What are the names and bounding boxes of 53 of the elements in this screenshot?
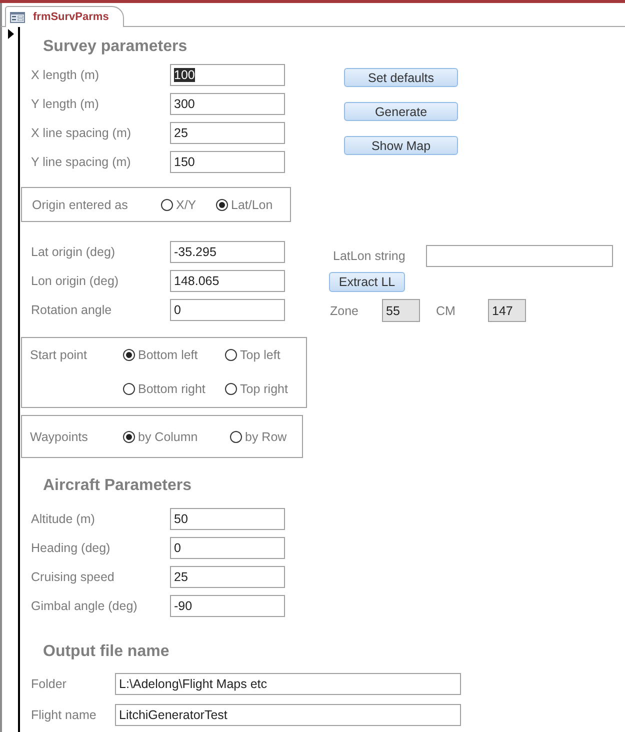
field-label: Y line spacing (m) <box>31 155 131 169</box>
input-field[interactable]: 25 <box>170 122 285 144</box>
input-field[interactable]: 300 <box>170 93 285 115</box>
field-label: X line spacing (m) <box>31 126 132 140</box>
radio-option[interactable]: Bottom right <box>123 382 206 396</box>
readout-field: 147 <box>488 299 526 322</box>
triangle-icon <box>8 29 14 39</box>
extract-button[interactable]: Extract LL <box>329 272 405 292</box>
group-label: Start point <box>30 348 87 362</box>
form-tab[interactable]: frmSurvParms <box>5 6 124 27</box>
radio-option[interactable]: Top left <box>225 348 280 362</box>
radio-option[interactable]: Lat/Lon <box>216 198 271 212</box>
group-label: Origin entered as <box>32 198 129 212</box>
input-field[interactable]: -90 <box>170 595 285 617</box>
field-label: Y length (m) <box>31 97 99 111</box>
radio-option[interactable]: Bottom left <box>123 348 198 362</box>
input-field[interactable]: -35.295 <box>170 241 285 263</box>
radio-option[interactable]: X/Y <box>161 198 216 212</box>
field-label: Zone <box>330 304 360 318</box>
input-field[interactable] <box>426 245 613 267</box>
input-field[interactable]: 0 <box>170 537 285 559</box>
radio-option[interactable]: by Column <box>123 430 198 444</box>
action-button[interactable]: Generate <box>344 102 458 121</box>
section-heading: Aircraft Parameters <box>43 476 192 496</box>
input-field[interactable]: 25 <box>170 566 285 588</box>
form-icon <box>10 12 25 22</box>
input-field[interactable]: 50 <box>170 508 285 530</box>
field-label: X length (m) <box>31 68 100 82</box>
field-label: LatLon string <box>333 249 406 263</box>
field-label: Folder <box>31 677 66 691</box>
input-field[interactable]: 148.065 <box>170 270 285 292</box>
field-label: Lon origin (deg) <box>31 274 119 288</box>
input-field[interactable]: L:\Adelong\Flight Maps etc <box>115 673 461 695</box>
input-field[interactable]: LitchiGeneratorTest <box>115 704 461 726</box>
input-field[interactable]: 0 <box>170 299 285 321</box>
radio-option[interactable]: by Row <box>230 430 287 444</box>
field-label: Flight name <box>31 708 96 722</box>
action-button[interactable]: Set defaults <box>344 68 458 87</box>
field-label: CM <box>436 304 456 318</box>
field-label: Rotation angle <box>31 303 112 317</box>
group-label: Waypoints <box>30 430 88 444</box>
field-label: Heading (deg) <box>31 541 110 555</box>
readout-field: 55 <box>382 299 420 322</box>
input-field[interactable]: 150 <box>170 151 285 173</box>
section-heading: Output file name <box>43 642 170 662</box>
field-label: Lat origin (deg) <box>31 245 116 259</box>
field-label: Gimbal angle (deg) <box>31 599 138 613</box>
section-heading: Survey parameters <box>43 37 188 57</box>
action-button[interactable]: Show Map <box>344 136 458 155</box>
field-label: Altitude (m) <box>31 512 95 526</box>
radio-option[interactable]: Top right <box>225 382 288 396</box>
field-label: Cruising speed <box>31 570 114 584</box>
input-field[interactable]: 100 <box>170 64 285 86</box>
